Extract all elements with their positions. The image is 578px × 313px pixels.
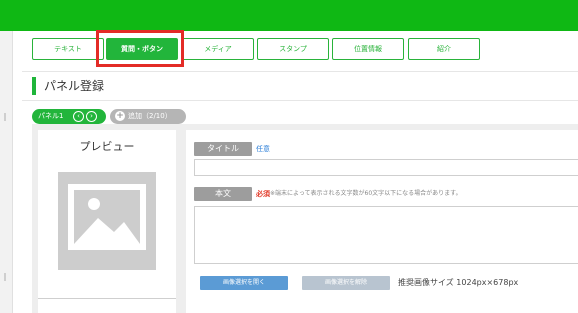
add-panel-label: 追加（2/10） bbox=[128, 112, 172, 120]
title-label: タイトル bbox=[194, 142, 252, 156]
divider bbox=[38, 298, 176, 299]
chevron-left-icon[interactable]: ‹ bbox=[73, 111, 84, 122]
body-label: 本文 bbox=[194, 187, 252, 201]
tab-stamp[interactable]: スタンプ bbox=[257, 38, 329, 60]
title-input[interactable] bbox=[194, 159, 578, 176]
chevron-right-icon[interactable]: › bbox=[86, 111, 97, 122]
optional-badge: 任意 bbox=[256, 145, 270, 153]
annotation-highlight-box bbox=[96, 30, 184, 67]
tab-introduction[interactable]: 紹介 bbox=[408, 38, 480, 60]
plus-icon: + bbox=[115, 111, 125, 121]
clear-image-button[interactable]: 画像選択を解除 bbox=[302, 276, 390, 290]
divider bbox=[22, 100, 578, 101]
panel-tab-label: パネル1 bbox=[38, 112, 64, 120]
required-badge: 必須 bbox=[256, 190, 270, 198]
preview-card: プレビュー bbox=[38, 130, 176, 313]
panel-tab-1[interactable]: パネル1 ‹ › bbox=[32, 109, 106, 124]
body-note: ※端末によって表示される文字数が60文字以下になる場合があります。 bbox=[270, 190, 462, 197]
sidebar-marker bbox=[4, 273, 6, 281]
body-textarea[interactable] bbox=[194, 206, 578, 264]
divider bbox=[22, 71, 578, 72]
sidebar-marker bbox=[4, 113, 6, 121]
top-header-bar bbox=[0, 0, 578, 31]
tab-media[interactable]: メディア bbox=[182, 38, 254, 60]
add-panel-button[interactable]: + 追加（2/10） bbox=[110, 109, 186, 124]
section-title: パネル登録 bbox=[32, 77, 104, 95]
image-placeholder-icon bbox=[58, 172, 156, 270]
recommended-size-text: 推奨画像サイズ 1024px×678px bbox=[398, 278, 519, 287]
preview-label: プレビュー bbox=[79, 140, 135, 153]
tab-location[interactable]: 位置情報 bbox=[332, 38, 404, 60]
panel-form: タイトル 任意 本文 必須 ※端末によって表示される文字数が60文字以下になる場… bbox=[186, 130, 578, 313]
left-sidebar-rail bbox=[0, 31, 13, 313]
select-image-button[interactable]: 画像選択を開く bbox=[200, 276, 288, 290]
tab-text[interactable]: テキスト bbox=[32, 38, 104, 60]
